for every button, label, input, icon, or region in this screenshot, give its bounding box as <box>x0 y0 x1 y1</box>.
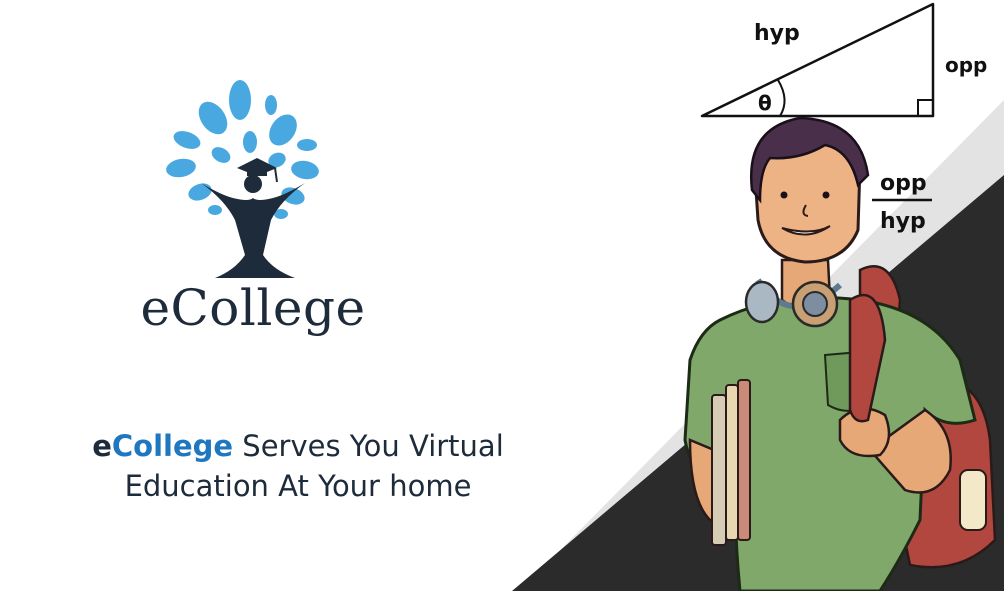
hero-banner: eCollege eCollege Serves You Virtual Edu… <box>0 0 1004 591</box>
student-illustration: hyp opp θ opp hyp <box>683 2 997 591</box>
fraction-numerator: opp <box>880 171 927 196</box>
fraction-denominator: hyp <box>880 209 926 234</box>
student-head <box>749 116 870 311</box>
opp-label: opp <box>945 53 987 77</box>
hyp-label: hyp <box>754 21 800 46</box>
trig-triangle-sketch <box>700 2 935 118</box>
theta-label: θ <box>758 91 772 115</box>
